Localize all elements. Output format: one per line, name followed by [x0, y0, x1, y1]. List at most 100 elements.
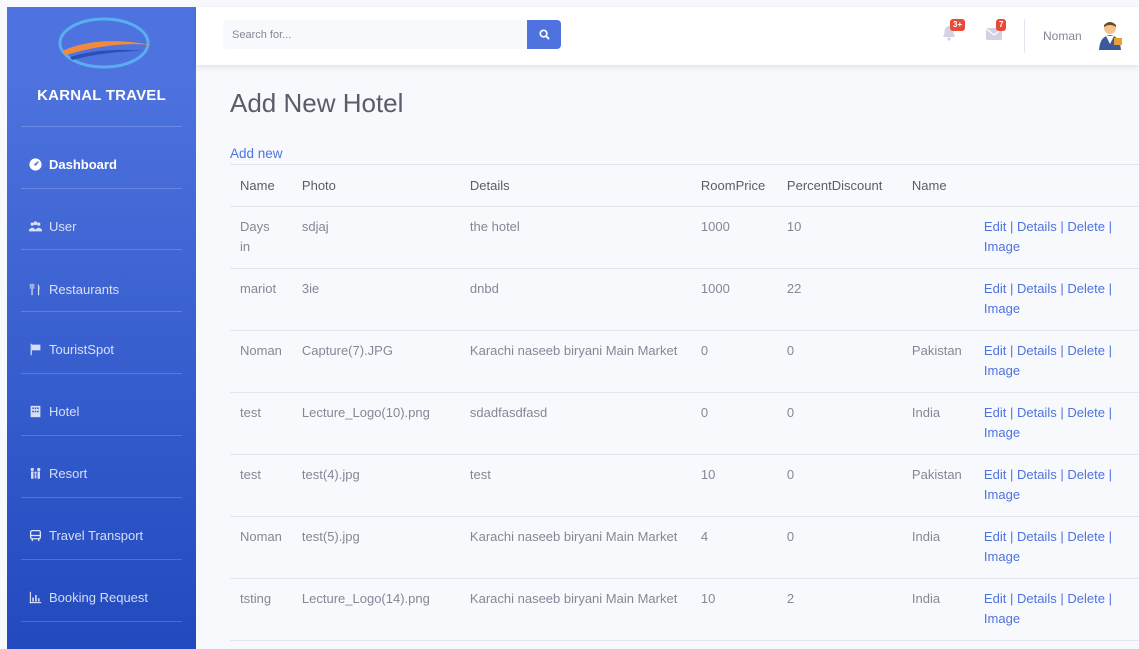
image-link[interactable]: Image: [984, 301, 1020, 316]
sidebar-item-dashboard[interactable]: Dashboard: [7, 144, 196, 184]
cell-percent-discount: 0: [776, 330, 902, 393]
details-link[interactable]: Details: [1017, 219, 1057, 234]
edit-link[interactable]: Edit: [984, 219, 1006, 234]
cell-percent-discount: 2: [776, 578, 902, 641]
details-link[interactable]: Details: [1017, 591, 1057, 606]
sidebar-item-restaurants[interactable]: Restaurants: [7, 269, 196, 309]
sidebar-item-label: Travel Transport: [49, 527, 144, 543]
sidebar-divider: [21, 188, 182, 189]
image-link[interactable]: Image: [984, 363, 1020, 378]
cell-actions: Edit | Details | Delete | Image: [973, 268, 1139, 331]
image-link[interactable]: Image: [984, 611, 1020, 626]
edit-link[interactable]: Edit: [984, 467, 1006, 482]
search-button[interactable]: [527, 20, 561, 49]
messages-dropdown[interactable]: 7: [986, 19, 1007, 45]
sidebar-item-label: Hotel: [49, 403, 80, 419]
cell-photo: test(5).jpg: [291, 516, 460, 579]
cell-photo: 3ie: [291, 268, 460, 331]
table-row: mariot 3ie dnbd 1000 22 Edit | Details | Dele…: [230, 268, 1139, 331]
delete-link[interactable]: Delete: [1067, 343, 1105, 358]
image-link[interactable]: Image: [984, 239, 1020, 254]
cell-country: Pakistan: [901, 330, 974, 393]
action-separator: |: [1060, 529, 1064, 544]
action-separator: |: [1009, 529, 1014, 544]
column-header-name: Name: [230, 164, 292, 207]
cell-details: Karachi naseeb biryani Main Market: [459, 330, 691, 393]
table-row: test test(4).jpg test 10 0 Pakistan Edit | Det…: [230, 454, 1139, 517]
sidebar-item-travel-transport[interactable]: Travel Transport: [7, 515, 196, 555]
sidebar-divider: [21, 373, 182, 374]
user-name[interactable]: Noman: [1043, 29, 1082, 43]
edit-link[interactable]: Edit: [984, 405, 1006, 420]
delete-link[interactable]: Delete: [1067, 591, 1105, 606]
image-link[interactable]: Image: [984, 425, 1020, 440]
brand-logo[interactable]: [52, 13, 157, 71]
delete-link[interactable]: Delete: [1067, 529, 1105, 544]
column-header-details: Details: [459, 164, 691, 207]
image-link[interactable]: Image: [984, 487, 1020, 502]
cell-name: tsting: [230, 578, 292, 641]
details-link[interactable]: Details: [1017, 343, 1057, 358]
action-separator: |: [1009, 405, 1014, 420]
action-separator: |: [1009, 219, 1014, 234]
cell-country: India: [901, 516, 974, 579]
delete-link[interactable]: Delete: [1067, 219, 1105, 234]
sidebar-item-hotel[interactable]: Hotel: [7, 391, 196, 431]
edit-link[interactable]: Edit: [984, 529, 1006, 544]
sidebar-item-user[interactable]: User: [7, 206, 196, 246]
details-link[interactable]: Details: [1017, 281, 1057, 296]
action-separator: |: [1108, 467, 1112, 482]
action-separator: |: [1009, 281, 1014, 296]
sidebar: KARNAL TRAVEL Dashboard User Restaurants…: [7, 7, 196, 649]
action-separator: |: [1060, 219, 1064, 234]
sidebar-item-booking-request[interactable]: Booking Request: [7, 577, 196, 617]
column-header-roomprice: RoomPrice: [690, 164, 777, 207]
cell-percent-discount: 10: [776, 206, 902, 269]
hotels-table: Name Photo Details RoomPrice PercentDisc…: [230, 164, 1139, 641]
cell-country: India: [901, 578, 974, 641]
cell-name: test: [230, 392, 292, 455]
details-link[interactable]: Details: [1017, 529, 1057, 544]
sidebar-item-touristspot[interactable]: TouristSpot: [7, 329, 196, 369]
bus-icon: [27, 527, 43, 543]
column-header-country-name: Name: [901, 164, 974, 207]
cell-percent-discount: 0: [776, 516, 902, 579]
edit-link[interactable]: Edit: [984, 281, 1006, 296]
cell-actions: Edit | Details | Delete | Image: [973, 578, 1139, 641]
image-link[interactable]: Image: [984, 549, 1020, 564]
sidebar-divider: [21, 249, 182, 250]
cell-percent-discount: 0: [776, 454, 902, 517]
search-input[interactable]: [223, 20, 527, 49]
cell-photo: Lecture_Logo(14).png: [291, 578, 460, 641]
cell-percent-discount: 22: [776, 268, 902, 331]
edit-link[interactable]: Edit: [984, 591, 1006, 606]
cell-actions: Edit | Details | Delete | Image: [973, 454, 1139, 517]
details-link[interactable]: Details: [1017, 467, 1057, 482]
cell-name: Noman: [230, 330, 292, 393]
cell-photo: Capture(7).JPG: [291, 330, 460, 393]
sidebar-item-label: Booking Request: [49, 589, 149, 605]
avatar[interactable]: [1096, 20, 1124, 50]
table-row: tsting Lecture_Logo(14).png Karachi naseeb…: [230, 578, 1139, 641]
action-separator: |: [1108, 529, 1112, 544]
delete-link[interactable]: Delete: [1067, 281, 1105, 296]
sidebar-item-label: Resort: [49, 465, 88, 481]
topbar: 3+ 7 Noman: [196, 7, 1139, 65]
cell-name: mariot: [230, 268, 292, 331]
delete-link[interactable]: Delete: [1067, 405, 1105, 420]
edit-link[interactable]: Edit: [984, 343, 1006, 358]
flag-icon: [27, 341, 43, 357]
cell-details: the hotel: [459, 206, 691, 269]
alerts-dropdown[interactable]: 3+: [942, 19, 966, 46]
add-new-link[interactable]: Add new: [230, 146, 283, 161]
delete-link[interactable]: Delete: [1067, 467, 1105, 482]
brand-name[interactable]: KARNAL TRAVEL: [7, 87, 196, 104]
cell-room-price: 0: [690, 392, 777, 455]
details-link[interactable]: Details: [1017, 405, 1057, 420]
sidebar-item-resort[interactable]: Resort: [7, 453, 196, 493]
cell-actions: Edit | Details | Delete | Image: [973, 330, 1139, 393]
column-header-photo: Photo: [291, 164, 460, 207]
action-separator: |: [1060, 281, 1064, 296]
sidebar-divider: [21, 311, 182, 312]
action-separator: |: [1060, 343, 1064, 358]
